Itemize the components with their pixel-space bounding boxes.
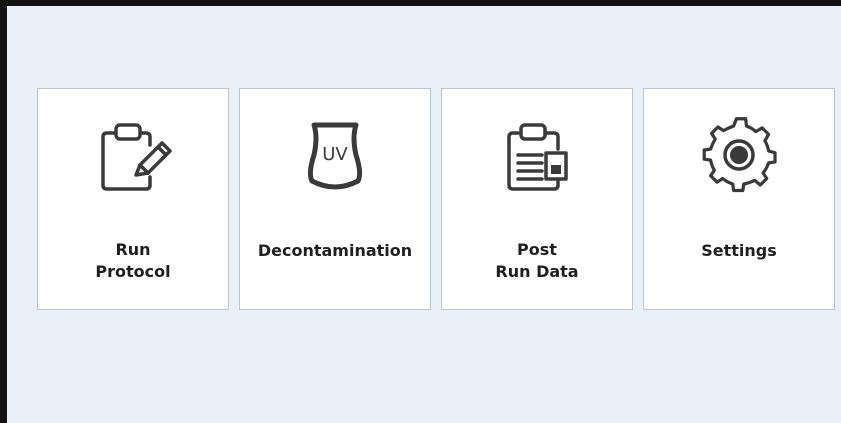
post-run-data-label: Post Run Data [495,240,579,281]
settings-label: Settings [701,241,777,260]
decontamination-label: Decontamination [257,241,413,260]
run-protocol-label: Run Protocol [95,240,171,281]
menu-tiles: Run Protocol UV Decontamination Post Run… [37,88,835,310]
clipboard-pencil-icon [38,115,228,195]
uv-text: UV [322,144,348,165]
gear-icon [644,115,834,195]
settings-button[interactable]: Settings [643,88,835,310]
decontamination-button[interactable]: UV Decontamination [239,88,431,310]
post-run-data-button[interactable]: Post Run Data [441,88,633,310]
clipboard-data-icon [442,115,632,195]
run-protocol-button[interactable]: Run Protocol [37,88,229,310]
main-window: Run Protocol UV Decontamination Post Run… [0,0,841,423]
uv-lamp-icon: UV [240,115,430,195]
